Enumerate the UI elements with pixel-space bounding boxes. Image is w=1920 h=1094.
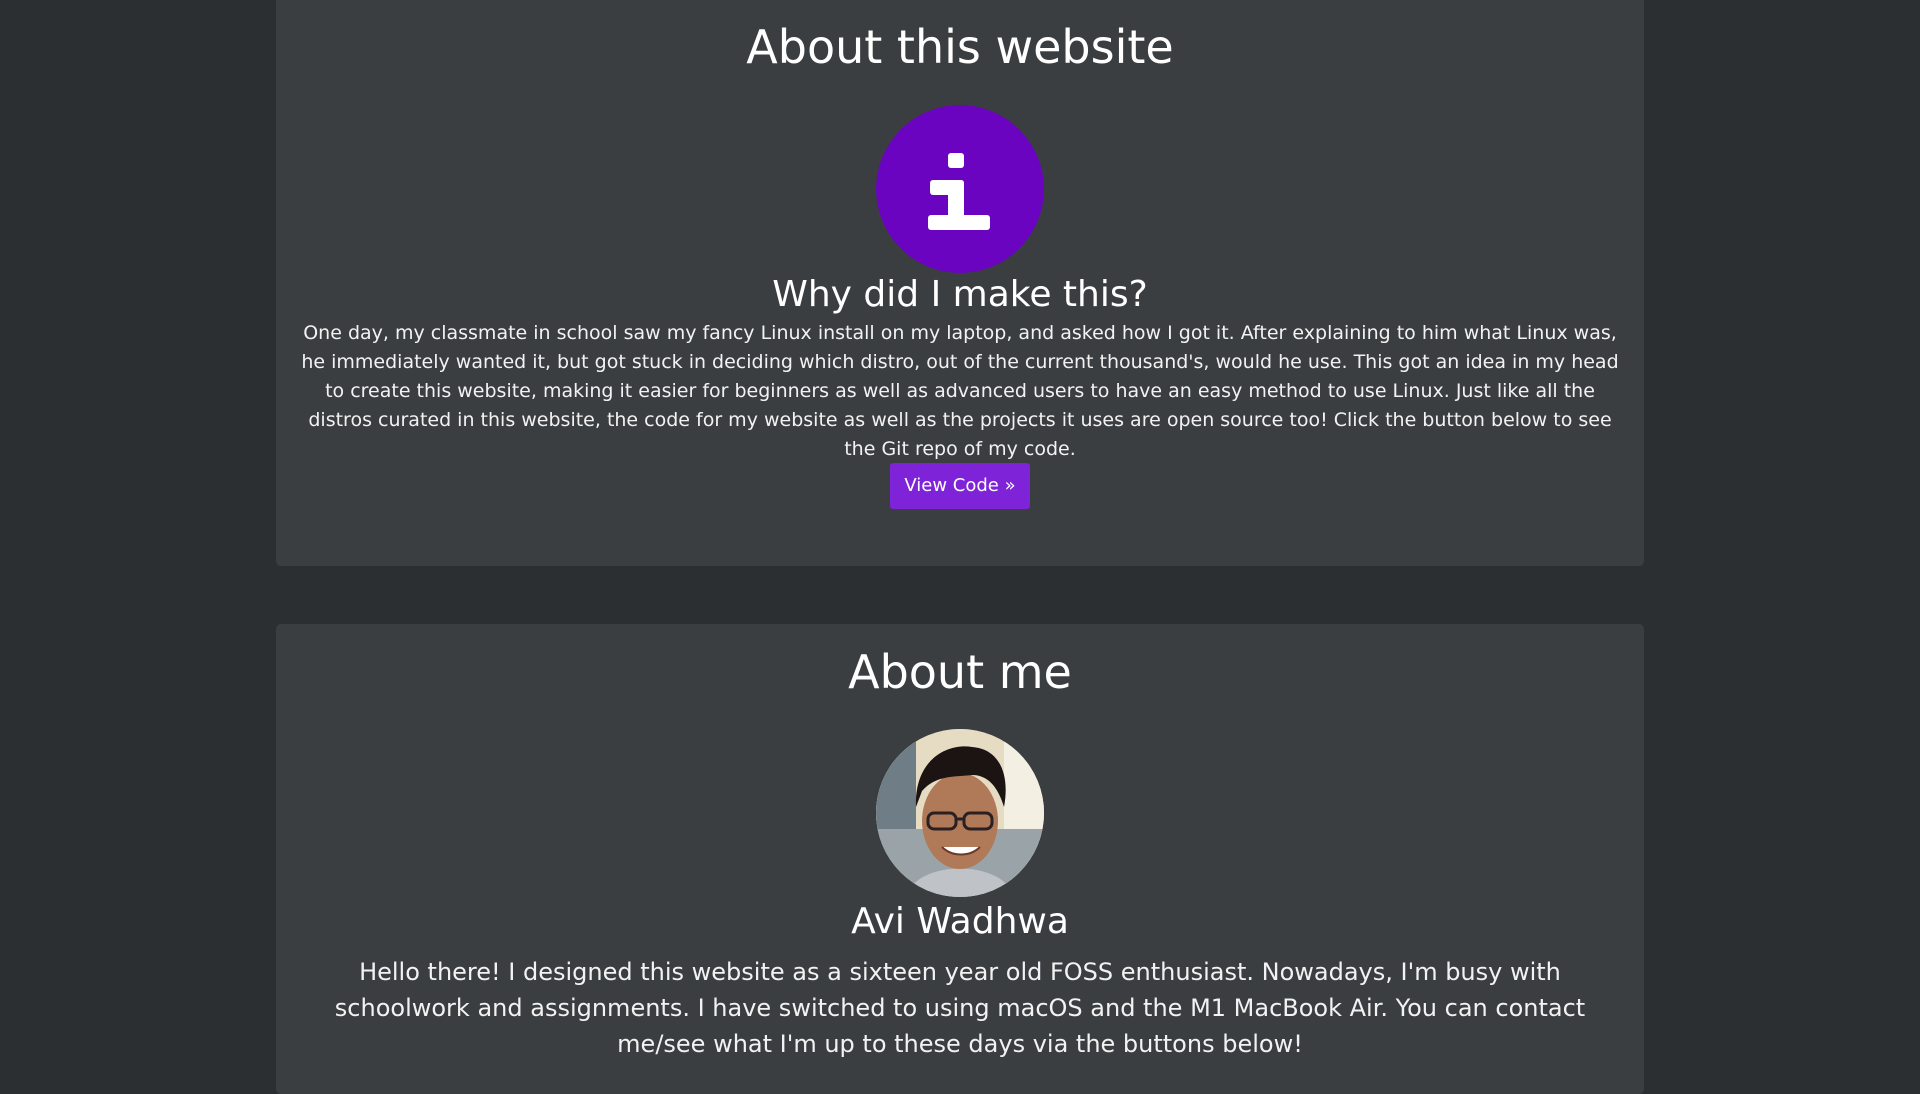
- about-me-paragraph: Hello there! I designed this website as …: [334, 958, 1586, 1058]
- info-glyph: [928, 153, 990, 230]
- about-website-title: About this website: [746, 20, 1174, 74]
- info-icon: [876, 105, 1044, 273]
- why-made-heading: Why did I make this?: [772, 274, 1148, 315]
- author-name: Avi Wadhwa: [851, 901, 1069, 942]
- portrait-image: [876, 729, 1044, 897]
- about-me-card: About me Avi Wadhwa Hello there! I desig…: [276, 624, 1644, 1094]
- view-code-button[interactable]: View Code »: [890, 463, 1030, 509]
- about-website-paragraph: One day, my classmate in school saw my f…: [301, 322, 1619, 460]
- about-website-card: About this website Why did I make this? …: [276, 0, 1644, 566]
- about-me-title: About me: [848, 645, 1072, 699]
- avatar: [876, 729, 1044, 897]
